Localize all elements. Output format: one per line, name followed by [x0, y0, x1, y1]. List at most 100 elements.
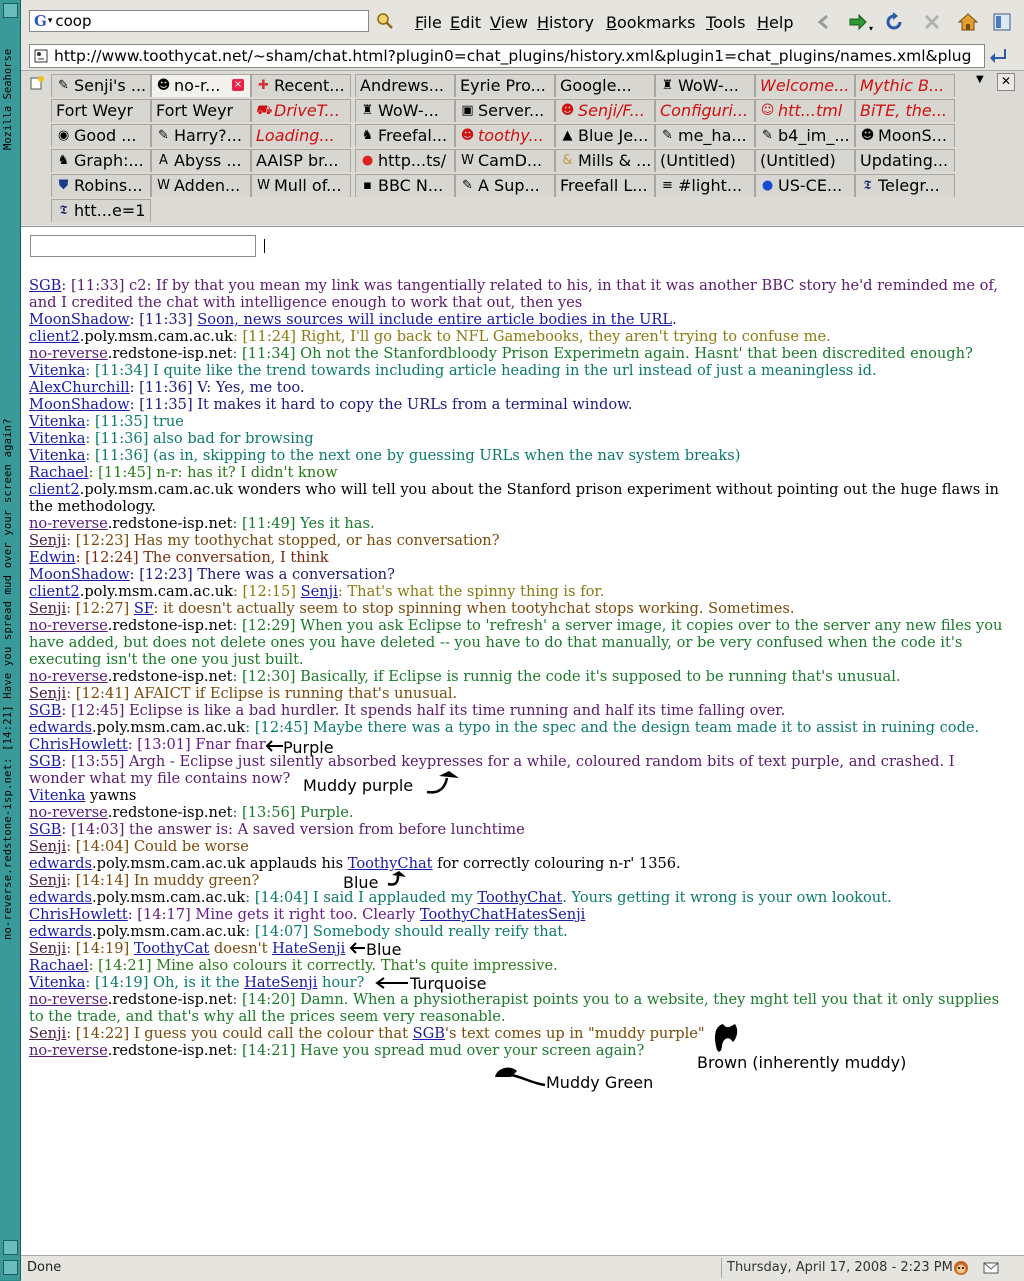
tab-0-2[interactable]: ✚ Recent... — [251, 74, 351, 97]
chat-nick-link[interactable]: Rachael — [29, 957, 89, 974]
chat-nick-link[interactable]: SGB — [29, 821, 61, 838]
chat-nick-link[interactable]: Senji — [29, 940, 66, 957]
tab-3-1[interactable]: A Abyss ... — [151, 149, 251, 172]
chat-nick-link[interactable]: no-reverse — [29, 804, 108, 821]
tab-1-2[interactable]: ⛟ DriveT... — [251, 99, 351, 122]
search-input[interactable]: coop — [55, 12, 91, 30]
tab-3-2[interactable]: AAISP br... — [251, 149, 351, 172]
back-icon[interactable] — [813, 11, 835, 33]
search-box[interactable]: G ▾ coop — [29, 10, 369, 32]
chat-nick-link[interactable]: Senji — [29, 1025, 66, 1042]
tab-2-1[interactable]: ✎ Harry?... — [151, 124, 251, 147]
chat-nick-link[interactable]: Senji — [29, 872, 66, 889]
chat-nick-link[interactable]: Edwin — [29, 549, 76, 566]
chat-wiki-link[interactable]: ToothyChatHatesSenji — [420, 906, 585, 923]
chat-nick-link[interactable]: Senji — [29, 532, 66, 549]
monkey-icon[interactable] — [953, 1260, 969, 1276]
tab-4-8[interactable]: 𝕿 Telegr... — [855, 174, 955, 197]
tab-0-7[interactable]: Welcome... — [755, 74, 855, 97]
chat-nick-link[interactable]: Rachael — [29, 464, 89, 481]
tab-0-4[interactable]: Eyrie Pro... — [455, 74, 555, 97]
tab-0-8[interactable]: Mythic B... — [855, 74, 955, 97]
tab-2-3[interactable]: ♞ Freefal... — [355, 124, 455, 147]
tab-1-6[interactable]: Configuri... — [655, 99, 755, 122]
chat-nick-link[interactable]: no-reverse — [29, 617, 108, 634]
tab-3-6[interactable]: (Untitled) — [655, 149, 755, 172]
chat-nick-link[interactable]: MoonShadow — [29, 311, 130, 328]
menu-view[interactable]: View — [490, 13, 528, 32]
chat-nick-link[interactable]: edwards — [29, 719, 92, 736]
chat-nick-link[interactable]: no-reverse — [29, 668, 108, 685]
window-minimize-button[interactable] — [3, 1240, 18, 1255]
search-icon[interactable] — [376, 12, 394, 30]
tab-0-6[interactable]: ♜ WoW-... — [655, 74, 755, 97]
menu-help[interactable]: Help — [757, 13, 793, 32]
chat-nick-link[interactable]: SGB — [29, 277, 61, 294]
home-icon[interactable] — [957, 11, 979, 33]
chat-nick-link[interactable]: Senji — [29, 838, 66, 855]
chat-wiki-link[interactable]: SF — [134, 600, 154, 617]
tab-close-icon[interactable]: × — [232, 79, 244, 91]
tab-3-3[interactable]: ● http...ts/ — [355, 149, 455, 172]
tab-2-7[interactable]: ✎ b4_im_... — [755, 124, 855, 147]
google-engine-icon[interactable]: G — [34, 12, 47, 30]
tab-3-0[interactable]: ♞ Graph:... — [51, 149, 151, 172]
window-menu-button[interactable] — [3, 3, 18, 18]
chat-nick-link[interactable]: Vitenka — [29, 974, 85, 991]
tab-2-2[interactable]: Loading... — [251, 124, 351, 147]
chat-nick-link[interactable]: ChrisHowlett — [29, 906, 128, 923]
chat-wiki-link[interactable]: HateSenji — [272, 940, 345, 957]
tab-4-6[interactable]: ≡ #light... — [655, 174, 755, 197]
forward-icon[interactable] — [847, 11, 869, 33]
tab-1-0[interactable]: Fort Weyr — [51, 99, 151, 122]
tab-0-1[interactable]: ☻ no-r... × — [151, 74, 251, 97]
tab-4-1[interactable]: W Adden... — [151, 174, 251, 197]
url-input[interactable]: http://www.toothycat.net/~sham/chat.html… — [54, 47, 971, 65]
tab-3-7[interactable]: (Untitled) — [755, 149, 855, 172]
tab-3-4[interactable]: W CamD... — [455, 149, 555, 172]
chat-nick-link[interactable]: SGB — [29, 753, 61, 770]
go-arrow-icon[interactable] — [989, 46, 1009, 66]
chat-nick-link[interactable]: AlexChurchill — [29, 379, 130, 396]
chat-input[interactable] — [30, 235, 256, 257]
chat-nick-link[interactable]: Vitenka — [29, 362, 85, 379]
tab-4-2[interactable]: W Mull of... — [251, 174, 351, 197]
chat-wiki-link[interactable]: ToothyChat — [477, 889, 562, 906]
tab-1-8[interactable]: BiTE, the... — [855, 99, 955, 122]
tab-2-8[interactable]: ☻ MoonS... — [855, 124, 955, 147]
tab-4-7[interactable]: ● US-CE... — [755, 174, 855, 197]
tab-0-3[interactable]: Andrews... — [355, 74, 455, 97]
menu-history[interactable]: History — [537, 13, 594, 32]
chat-nick-link[interactable]: client2 — [29, 481, 80, 498]
window-maximize-button[interactable] — [3, 1260, 18, 1275]
chat-nick-link[interactable]: MoonShadow — [29, 566, 130, 583]
chevron-down-icon[interactable]: ▾ — [48, 16, 53, 26]
chat-nick-link[interactable]: Senji — [29, 600, 66, 617]
forward-dropdown-icon[interactable]: ▾ — [869, 24, 873, 33]
tab-3-5[interactable]: & Mills & ... — [555, 149, 655, 172]
stop-icon[interactable] — [921, 11, 943, 33]
tab-4-5[interactable]: Freefall L... — [555, 174, 655, 197]
url-bar[interactable]: http://www.toothycat.net/~sham/chat.html… — [29, 44, 985, 68]
tab-2-5[interactable]: ▲ Blue Je... — [555, 124, 655, 147]
chat-nick-link[interactable]: client2 — [29, 583, 80, 600]
chat-nick-link[interactable]: edwards — [29, 923, 92, 940]
chat-wiki-link[interactable]: SGB — [413, 1025, 445, 1042]
chat-nick-link[interactable]: no-reverse — [29, 345, 108, 362]
chat-wiki-link[interactable]: Senji — [301, 583, 338, 600]
chat-nick-link[interactable]: edwards — [29, 889, 92, 906]
chat-nick-link[interactable]: client2 — [29, 328, 80, 345]
tab-5-0[interactable]: 𝕿htt...e=1 — [51, 199, 151, 222]
sidebar-toggle-icon[interactable] — [991, 11, 1013, 33]
tab-2-0[interactable]: ◉ Good ... — [51, 124, 151, 147]
tab-1-5[interactable]: ☻ Senji/F... — [555, 99, 655, 122]
tab-1-1[interactable]: Fort Weyr — [151, 99, 251, 122]
tab-list-dropdown-icon[interactable]: ▼ — [976, 74, 984, 85]
menu-bookmarks[interactable]: Bookmarks — [606, 13, 695, 32]
tab-1-4[interactable]: ▣ Server... — [455, 99, 555, 122]
chat-nick-link[interactable]: MoonShadow — [29, 396, 130, 413]
chat-nick-link[interactable]: Vitenka — [29, 787, 85, 804]
chat-wiki-link[interactable]: Soon, news sources will include entire a… — [197, 311, 672, 328]
tab-1-3[interactable]: ♜ WoW-... — [355, 99, 455, 122]
chat-nick-link[interactable]: ChrisHowlett — [29, 736, 128, 753]
